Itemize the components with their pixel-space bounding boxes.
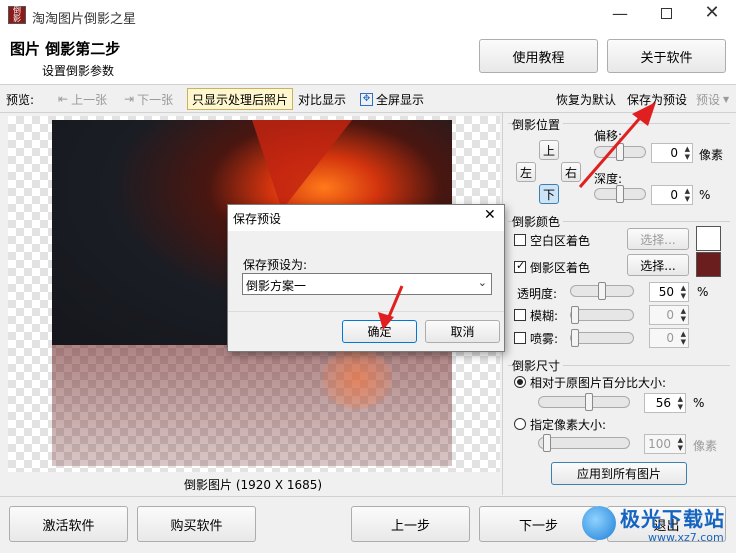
arrow-head-ok [378, 312, 394, 330]
annotation-arrows [378, 102, 656, 330]
arrow-to-save-preset [578, 110, 648, 188]
arrow-to-ok [386, 285, 404, 320]
